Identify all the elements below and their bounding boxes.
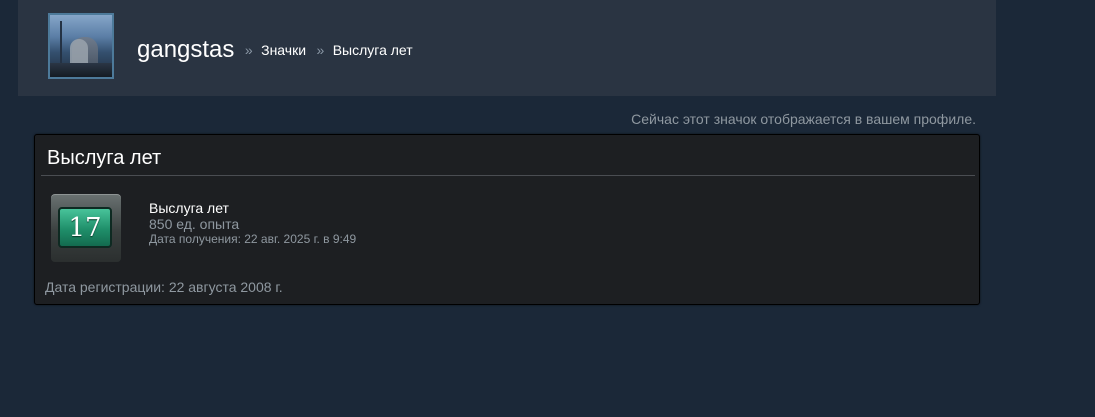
badge-years-number: 17	[68, 212, 102, 243]
badge-card: Выслуга лет 17 Выслуга лет 850 ед. опыта…	[34, 134, 980, 305]
breadcrumb-current-badge[interactable]: Выслуга лет	[333, 42, 413, 58]
divider	[41, 175, 975, 176]
breadcrumb-separator: »	[244, 42, 253, 58]
badge-info: Выслуга лет 850 ед. опыта Дата получения…	[149, 200, 356, 247]
badge-plate: 17	[58, 207, 112, 248]
breadcrumb-separator: »	[316, 42, 325, 58]
user-avatar[interactable]	[48, 13, 114, 79]
profile-header: gangstas » Значки » Выслуга лет	[18, 0, 996, 96]
avatar-pole-shape	[60, 21, 62, 63]
badge-xp: 850 ед. опыта	[149, 216, 240, 232]
badge-unlock-date: Дата получения: 22 авг. 2025 г. в 9:49	[149, 232, 357, 246]
badge-name: Выслуга лет	[149, 200, 229, 216]
years-of-service-badge-icon: 17	[51, 194, 121, 262]
breadcrumb: gangstas » Значки » Выслуга лет	[137, 34, 413, 66]
username-link[interactable]: gangstas	[137, 36, 234, 63]
avatar-ground-shape	[50, 63, 112, 77]
registration-date: Дата регистрации: 22 августа 2008 г.	[45, 279, 283, 295]
breadcrumb-badges-link[interactable]: Значки	[261, 42, 306, 58]
showcase-note: Сейчас этот значок отображается в вашем …	[631, 111, 976, 127]
badge-card-title: Выслуга лет	[47, 147, 162, 169]
